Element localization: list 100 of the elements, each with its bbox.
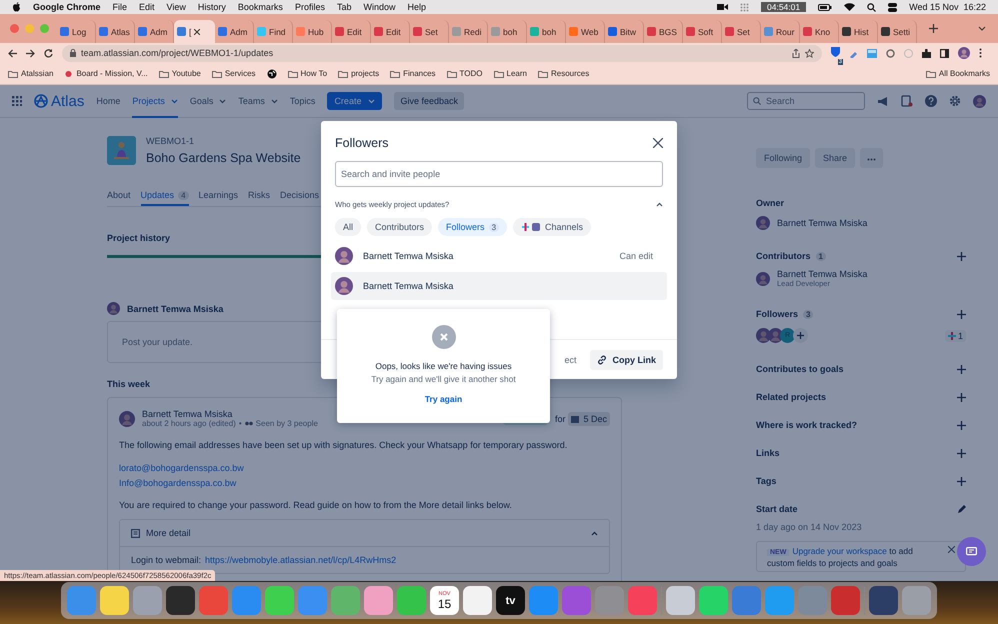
bookmark-folder[interactable]: How To <box>288 69 328 78</box>
bookmark-folder[interactable]: projects <box>338 69 380 78</box>
image-icon[interactable] <box>867 48 877 58</box>
person-name[interactable]: Barnett Temwa Msiska <box>777 218 868 228</box>
more-icon[interactable] <box>979 48 982 58</box>
control-center-icon[interactable] <box>888 2 898 12</box>
close-icon[interactable] <box>194 28 200 34</box>
help-icon[interactable] <box>925 95 937 107</box>
apple-logo-icon[interactable] <box>12 2 21 12</box>
globe-icon[interactable] <box>266 68 277 78</box>
camera-icon[interactable] <box>717 3 728 11</box>
copy-link-button[interactable]: Copy Link <box>590 350 663 370</box>
nav-item[interactable]: Topics <box>290 85 316 118</box>
menu-item[interactable]: Help <box>407 2 426 12</box>
wifi-icon[interactable] <box>844 3 856 11</box>
chevron-down-icon[interactable] <box>978 26 986 31</box>
address-bar[interactable]: team.atlassian.com/project/WEBMO1-1/updates <box>62 44 822 62</box>
megaphone-icon[interactable] <box>877 96 889 106</box>
project-tab[interactable]: About <box>107 190 131 206</box>
menu-item[interactable]: View <box>166 2 186 12</box>
bookmark-folder[interactable]: Resources <box>538 69 590 78</box>
add-icon[interactable] <box>957 420 966 430</box>
filter-chip[interactable]: Contributors <box>367 218 432 236</box>
nav-item[interactable]: Home <box>96 85 120 118</box>
tv-app-icon[interactable]: tv <box>496 586 525 615</box>
add-icon[interactable] <box>957 476 966 486</box>
share-icon[interactable] <box>792 48 800 58</box>
follower-row[interactable]: Barnett Temwa Msiska <box>331 272 667 300</box>
pencil-icon[interactable] <box>958 505 966 513</box>
app-icon[interactable] <box>166 586 195 615</box>
app-switcher-icon[interactable] <box>12 96 22 106</box>
star-icon[interactable] <box>805 48 814 58</box>
invite-search-field[interactable]: Search and invite people <box>335 161 663 187</box>
menu-item[interactable]: Edit <box>139 2 155 12</box>
app-icon[interactable] <box>100 586 129 615</box>
follower-row[interactable]: Barnett Temwa Msiska Can edit <box>331 242 667 270</box>
menu-item[interactable]: Profiles <box>294 2 325 12</box>
globe-icon <box>34 94 48 108</box>
add-icon[interactable] <box>957 448 966 458</box>
bookmark-folder[interactable]: Finances <box>390 69 436 78</box>
menu-item[interactable]: File <box>112 2 128 12</box>
webmail-label: Login to webmail: <box>131 555 202 565</box>
bookmark-folder[interactable]: TODO <box>446 69 483 78</box>
bookmark-folder[interactable]: Atalssian <box>8 69 54 78</box>
try-again-link[interactable]: Try again <box>424 394 462 404</box>
app-icon[interactable] <box>666 586 695 615</box>
filter-chip[interactable]: Channels <box>513 218 592 236</box>
app-menu-title[interactable]: Google Chrome <box>33 2 101 12</box>
filter-chip[interactable]: All <box>335 218 362 236</box>
menu-item[interactable]: Tab <box>336 2 352 12</box>
timer-display[interactable]: 04:54:01 <box>761 2 806 12</box>
add-follower-button[interactable] <box>793 328 808 343</box>
avatar <box>335 247 353 265</box>
project-tab[interactable]: Risks <box>248 190 270 206</box>
filter-chip[interactable]: Followers 3 <box>438 218 508 236</box>
forward-icon[interactable] <box>26 48 35 58</box>
grid-icon[interactable] <box>740 2 750 12</box>
search-icon[interactable] <box>867 2 876 12</box>
new-tab-icon[interactable] <box>929 24 938 33</box>
author-name: Barnett Temwa Msiska <box>127 304 224 314</box>
shield-icon[interactable] <box>831 47 840 57</box>
folder-icon <box>288 70 298 78</box>
bookmark-folder[interactable]: All Bookmarks <box>926 69 990 78</box>
nav-item[interactable]: Goals <box>190 85 226 118</box>
app-icon[interactable] <box>463 586 492 615</box>
add-icon[interactable] <box>957 252 966 260</box>
section-heading: Related projects <box>756 392 826 402</box>
nav-item[interactable]: Teams <box>238 85 278 118</box>
app-icon[interactable] <box>869 586 898 615</box>
bookmark-folder[interactable]: Services <box>212 69 256 78</box>
notes-icon[interactable] <box>901 95 913 107</box>
clock-text[interactable]: Wed 15 Nov 16:22 <box>909 2 986 12</box>
reload-icon[interactable] <box>44 48 53 58</box>
settings-icon[interactable] <box>949 95 961 107</box>
close-button[interactable] <box>653 138 663 148</box>
bookmark-folder[interactable]: Youtube <box>158 69 201 78</box>
project-tab[interactable]: Learnings <box>198 190 238 206</box>
bookmark-link[interactable]: Board - Mission, V... <box>64 69 148 78</box>
due-date-tag[interactable]: 5 Dec <box>568 412 610 426</box>
menu-item[interactable]: History <box>198 2 226 12</box>
menu-item[interactable]: Bookmarks <box>238 2 283 12</box>
back-icon[interactable] <box>8 48 17 58</box>
browser-tab[interactable]: [ <box>174 20 215 43</box>
section-heading: Contributes to goals <box>756 364 844 374</box>
add-icon[interactable] <box>957 392 966 402</box>
channel-count[interactable]: 1 <box>944 330 966 342</box>
add-icon[interactable] <box>957 310 966 318</box>
add-icon[interactable] <box>957 364 966 374</box>
menu-item[interactable]: Window <box>363 2 396 12</box>
chevron-up-icon[interactable] <box>656 202 663 207</box>
chevron-up-icon[interactable] <box>591 530 598 536</box>
side-panel-icon[interactable] <box>940 48 949 58</box>
section-heading: This week <box>107 379 150 389</box>
feedback-button[interactable]: Give feedback <box>394 92 464 110</box>
bookmark-folder[interactable]: Learn <box>494 69 527 78</box>
expander-title[interactable]: More detail <box>146 528 191 538</box>
chat-button[interactable] <box>957 537 986 566</box>
folder-icon <box>390 70 400 78</box>
project-tab[interactable]: Decisions <box>280 190 320 206</box>
person-name[interactable]: Barnett Temwa Msiska <box>777 269 868 279</box>
